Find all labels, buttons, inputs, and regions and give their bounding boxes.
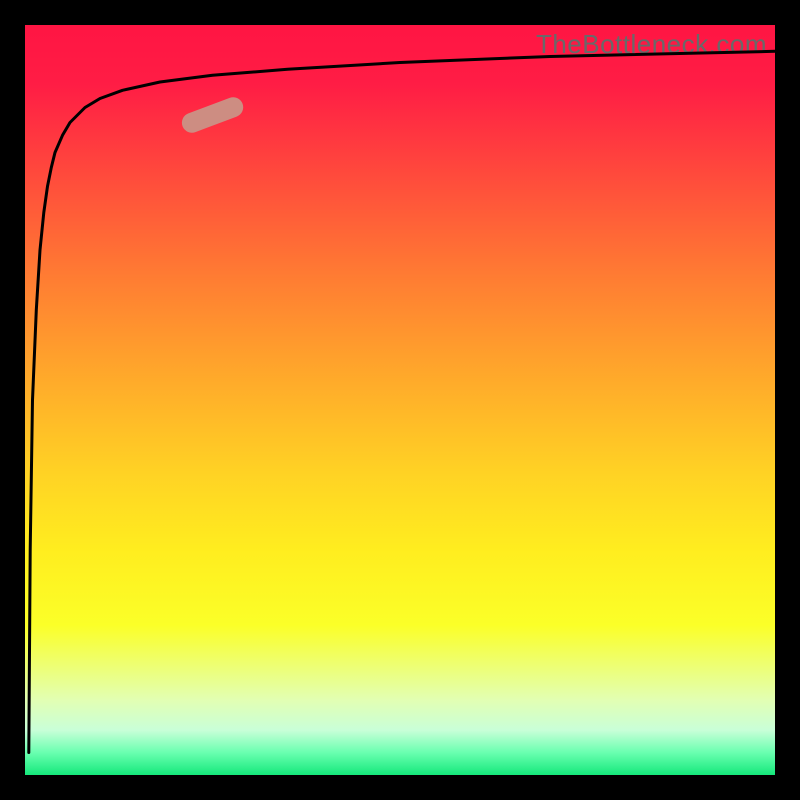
plot-area: TheBottleneck.com: [25, 25, 775, 775]
curve-layer: [25, 25, 775, 775]
chart-frame: TheBottleneck.com: [0, 0, 800, 800]
highlight-marker: [179, 94, 246, 135]
bottleneck-curve: [29, 51, 775, 752]
